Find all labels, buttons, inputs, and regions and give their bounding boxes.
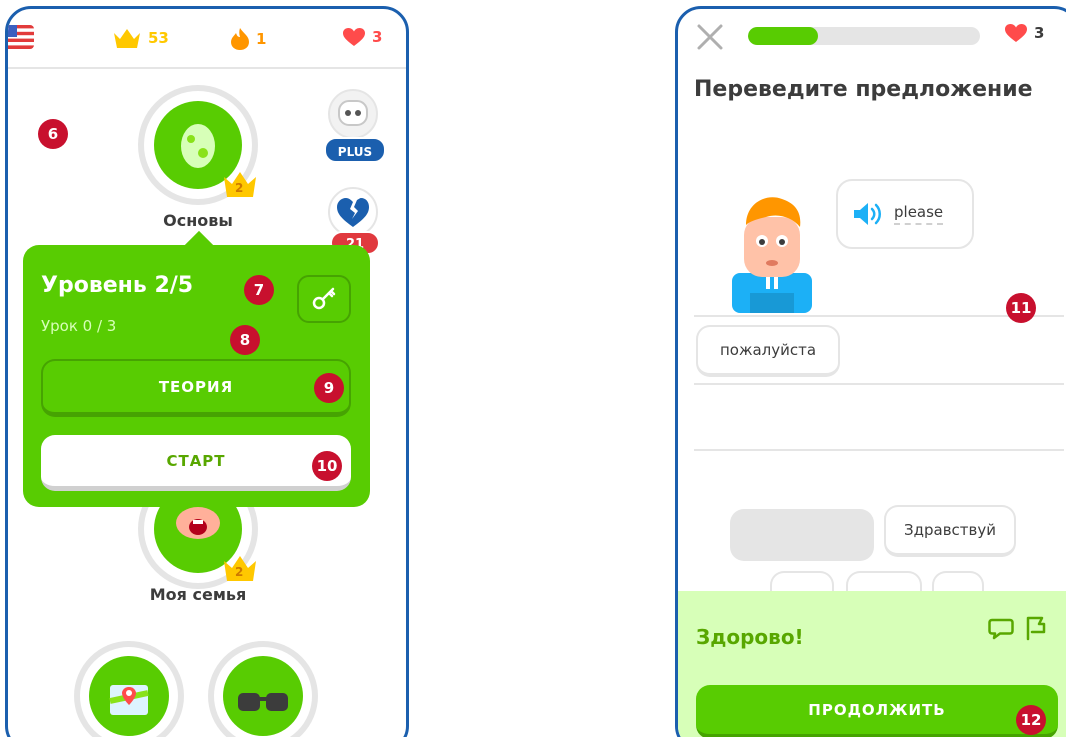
progress-fill <box>748 27 818 45</box>
report-flag-icon[interactable] <box>1024 615 1048 641</box>
flame-icon <box>231 28 249 50</box>
test-out-button[interactable] <box>297 275 351 323</box>
hearts-count: 3 <box>1034 24 1045 42</box>
hearts-count: 3 <box>372 28 383 46</box>
top-bar: 53 1 3 <box>8 9 406 69</box>
heart-icon <box>1005 24 1027 42</box>
callout-badge: 11 <box>1006 293 1036 323</box>
egg-icon <box>181 124 215 168</box>
answer-line <box>694 449 1064 451</box>
us-flag-icon[interactable] <box>8 25 34 49</box>
speech-bubble[interactable]: please <box>836 179 974 249</box>
broken-heart-icon <box>337 198 369 227</box>
character-illustration <box>732 197 812 313</box>
streak-stat[interactable]: 1 <box>230 27 266 51</box>
plus-badge[interactable]: PLUS <box>324 137 386 163</box>
answer-line <box>694 383 1064 385</box>
callout-badge: 9 <box>314 373 344 403</box>
skill-label: Моя семья <box>149 585 247 604</box>
start-button[interactable]: СТАРТ <box>41 435 351 491</box>
level-title: Уровень 2/5 <box>41 273 194 298</box>
callout-badge: 8 <box>230 325 260 355</box>
word-bank-slot-empty <box>730 509 874 561</box>
streak-count: 1 <box>256 30 267 48</box>
skill-crown-level: 2 <box>235 565 244 579</box>
callout-badge: 7 <box>244 275 274 305</box>
callout-badge: 10 <box>312 451 342 481</box>
skill-crown-level: 2 <box>235 181 244 195</box>
comment-icon[interactable] <box>988 617 1014 641</box>
crown-stat[interactable]: 53 <box>112 27 169 49</box>
feedback-panel: Здорово! ПРОДОЛЖИТЬ 12 <box>678 591 1066 737</box>
skill-tree-screen: 53 1 3 6 2 Основы PLUS Уровень 2/5 7 Уро… <box>5 6 409 737</box>
sunglasses-icon <box>238 693 288 711</box>
heart-icon <box>343 28 365 46</box>
speaker-icon[interactable] <box>852 201 884 227</box>
prompt-word[interactable]: please <box>894 203 944 225</box>
crown-icon <box>114 29 140 48</box>
broken-heart-button[interactable] <box>328 187 378 237</box>
callout-badge: 12 <box>1016 705 1046 735</box>
skill-basics[interactable]: 2 <box>138 85 258 215</box>
exercise-prompt: Переведите предложение <box>694 77 1033 102</box>
answer-chip[interactable]: пожалуйста <box>696 325 840 377</box>
callout-badge: 6 <box>38 119 68 149</box>
feedback-title: Здорово! <box>696 625 804 649</box>
map-icon <box>109 685 149 715</box>
translate-exercise-screen: 3 Переведите предложение please 11 пожал… <box>675 6 1066 737</box>
skill-popup: Уровень 2/5 7 Урок 0 / 3 8 ТЕОРИЯ 9 СТАР… <box>23 245 370 507</box>
skill-clothing[interactable] <box>208 641 318 737</box>
hearts-stat[interactable]: 3 <box>342 27 382 47</box>
hearts-stat[interactable]: 3 <box>1004 23 1044 43</box>
lesson-progress: Урок 0 / 3 <box>41 317 117 335</box>
theory-button[interactable]: ТЕОРИЯ <box>41 359 351 417</box>
skill-label: Основы <box>163 211 233 230</box>
close-icon[interactable] <box>696 23 724 51</box>
continue-button[interactable]: ПРОДОЛЖИТЬ <box>696 685 1058 737</box>
crown-count: 53 <box>148 29 169 47</box>
key-icon <box>312 287 336 310</box>
plus-robot-icon[interactable] <box>328 89 378 139</box>
word-bank-chip[interactable]: Здравствуй <box>884 505 1016 557</box>
family-face-icon <box>176 507 220 539</box>
lesson-progress-bar <box>748 27 980 45</box>
skill-travel[interactable] <box>74 641 184 737</box>
